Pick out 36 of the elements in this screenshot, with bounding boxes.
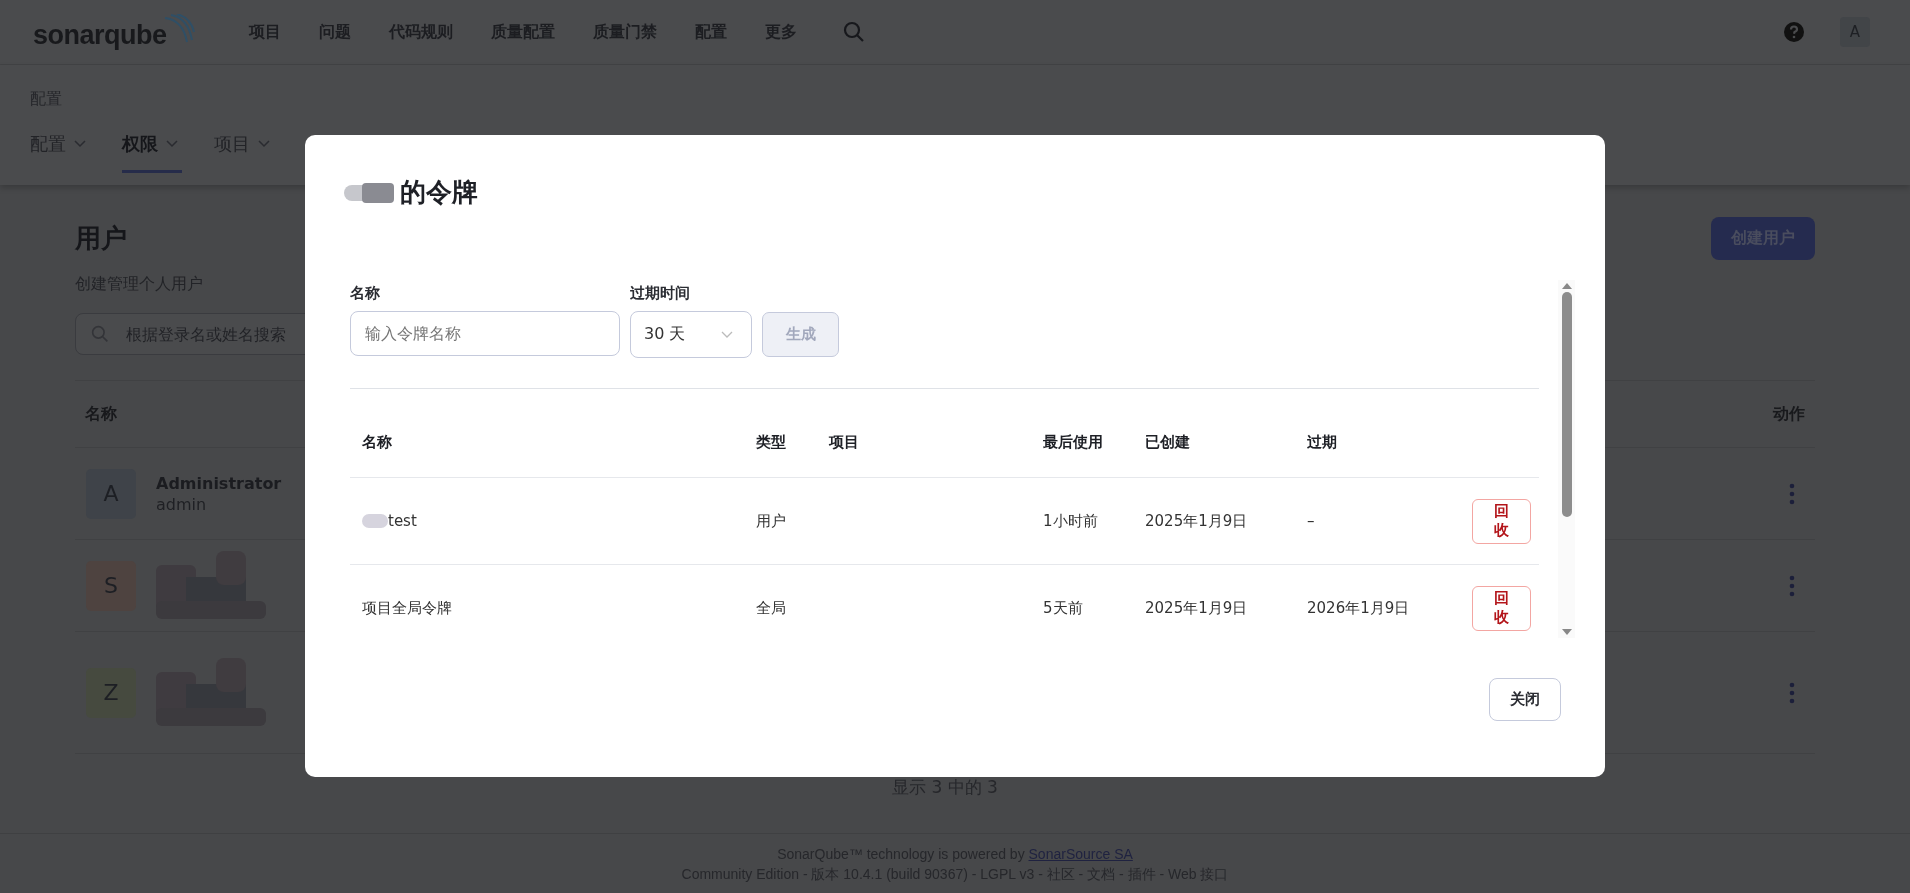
more-actions-icon[interactable] (1789, 482, 1795, 505)
more-actions-icon[interactable] (1789, 681, 1795, 704)
table-cell-text: 1小时前 (1042, 511, 1099, 531)
search-icon[interactable] (842, 21, 865, 43)
table-cell-text: 5天前 (1042, 598, 1084, 618)
field-label: 过期时间 (630, 284, 691, 303)
column-header: 类型 (755, 432, 787, 452)
field-label: 名称 (350, 284, 381, 303)
token-name-field[interactable]: 输入令牌名称 (350, 311, 620, 356)
table-cell-text: 用户 (755, 511, 787, 531)
revoke-button[interactable]: 回收 (1472, 498, 1531, 544)
column-header: 项目 (828, 432, 860, 452)
scroll-down-icon[interactable] (1560, 628, 1573, 636)
table-cell: test (388, 512, 417, 530)
dialog-title: 的令牌 (400, 176, 478, 209)
table-cell: 项目全局令牌 (362, 598, 452, 618)
table-cell-text: – (1306, 512, 1316, 530)
column-header: 过期 (1306, 432, 1338, 452)
caret-icon (721, 330, 733, 339)
redaction-mark (362, 514, 388, 528)
table-cell-text: 2026年1月9日 (1306, 598, 1411, 618)
close-button[interactable]: 关闭 (1489, 678, 1561, 721)
revoke-button[interactable]: 回收 (1472, 585, 1531, 631)
table-cell-text: 全局 (755, 598, 787, 618)
table-cell-text: 2025年1月9日 (1144, 511, 1249, 531)
more-actions-icon[interactable] (1789, 574, 1795, 597)
expiry-dropdown[interactable]: 30 天 (630, 311, 752, 358)
column-header: 已创建 (1144, 432, 1191, 452)
table-cell-text: 2025年1月9日 (1144, 598, 1249, 618)
column-header: 最后使用 (1042, 432, 1104, 452)
scrollbar-thumb[interactable] (1561, 291, 1572, 517)
caret-icon (74, 140, 86, 148)
caret-icon (258, 140, 270, 148)
caret-icon (166, 140, 178, 148)
help-icon[interactable] (1784, 22, 1804, 42)
column-header: 名称 (361, 432, 393, 452)
